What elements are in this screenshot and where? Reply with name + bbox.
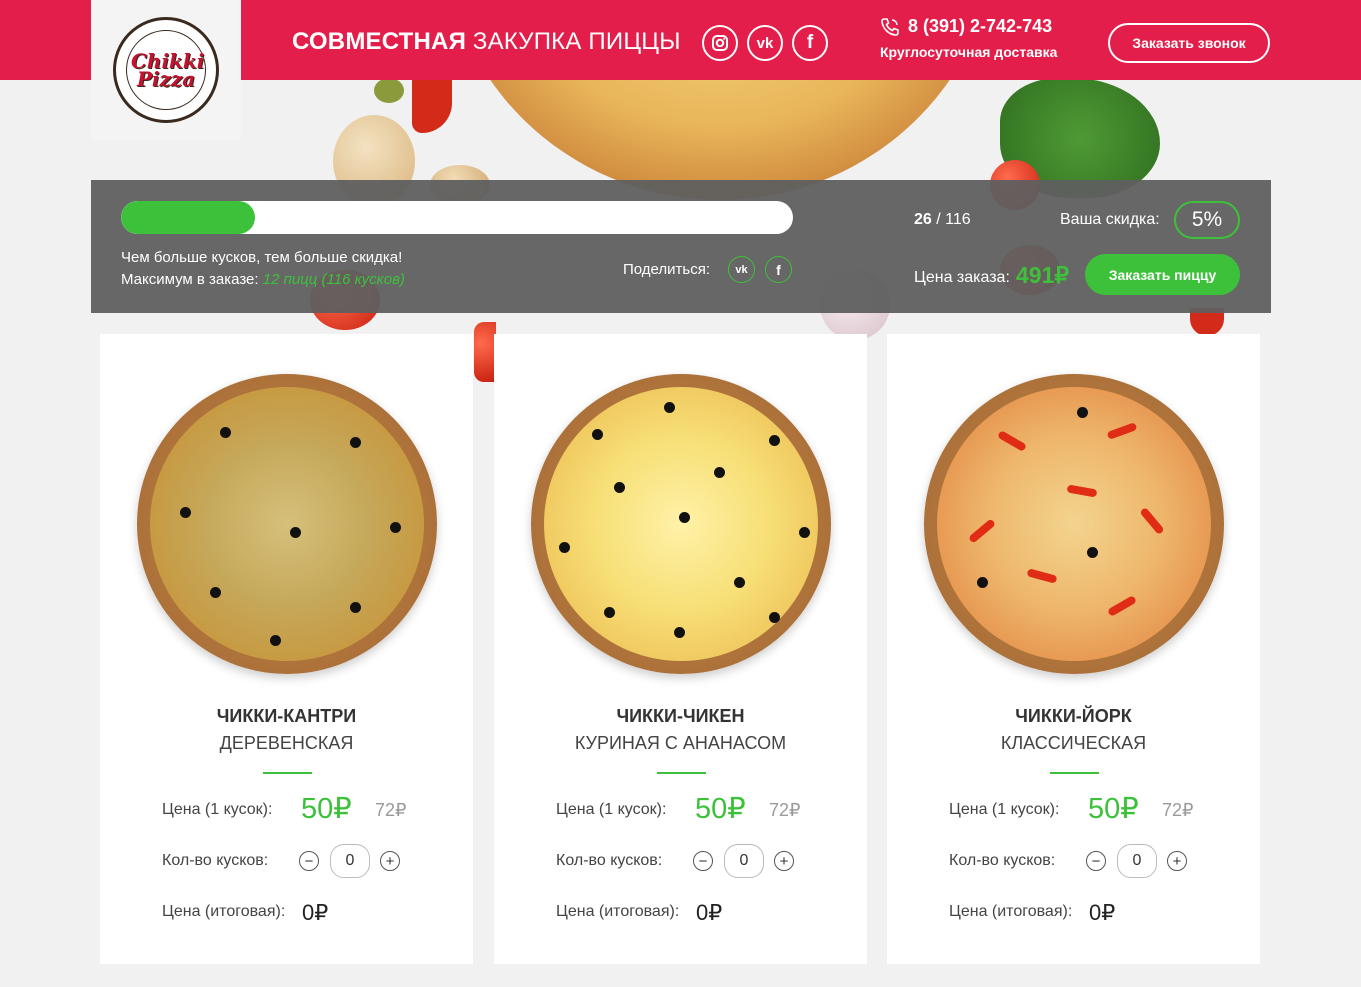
pizza-name: ЧИККИ-КАНТРИ [216,706,357,726]
price-old: 72₽ [769,800,801,820]
total-label: Цена (итоговая): [949,903,1073,920]
pieces-total: / 116 [931,211,971,228]
discount-hint: Чем больше кусков, тем больше скидка! [121,249,403,266]
title-rest: ЗАКУПКА ПИЦЦЫ [472,28,681,55]
pizza-image [531,374,831,674]
facebook-icon[interactable]: f [792,25,828,61]
quantity-field[interactable]: 0 [1117,844,1157,878]
total-price: 0₽ [302,900,329,925]
discount-label: Ваша скидка: [1060,211,1160,228]
pieces-current: 26 [914,211,932,228]
pizza-name: ЧИККИ-ЧИКЕН [616,706,745,726]
order-price-value: 491₽ [1016,262,1070,288]
pieces-label: Кол-во кусков: [949,852,1056,869]
decrease-button[interactable]: − [1086,851,1106,871]
callback-button[interactable]: Заказать звонок [1108,23,1270,63]
discount-badge: 5% [1174,201,1240,239]
total-label: Цена (итоговая): [556,903,680,920]
pizza-card: ЧИККИ-ЧИКЕН КУРИНАЯ С АНАНАСОМ Цена (1 к… [494,334,867,964]
logo-badge: Chikki Pizza [113,17,219,123]
order-price-label: Цена заказа: [914,269,1010,286]
pizza-subtitle: КУРИНАЯ С АНАНАСОМ [574,733,787,753]
title-bold: СОВМЕСТНАЯ [292,28,467,55]
max-order-value: 12 пицц (116 кусков) [262,271,405,288]
quantity-field[interactable]: 0 [330,844,370,878]
divider [263,772,312,774]
logo-text: Chikki Pizza [131,49,205,91]
max-order-hint: Максимум в заказе: 12 пицц (116 кусков) [121,271,405,288]
phone-icon [881,17,899,36]
pizza-image [137,374,437,674]
background-pepper [412,78,452,133]
price-current: 50₽ [1088,793,1139,825]
price-label: Цена (1 кусок): [949,801,1060,818]
logo[interactable]: Chikki Pizza [91,0,241,140]
share-facebook-icon[interactable]: f [765,256,792,283]
pizza-image [924,374,1224,674]
price-label: Цена (1 кусок): [162,801,273,818]
price-current: 50₽ [695,793,746,825]
total-label: Цена (итоговая): [162,903,286,920]
increase-button[interactable]: + [774,851,794,871]
pizza-card: ЧИККИ-ЙОРК КЛАССИЧЕСКАЯ Цена (1 кусок): … [887,334,1260,964]
page-title: СОВМЕСТНАЯ ЗАКУПКА ПИЦЦЫ [292,28,681,56]
pieces-counter: 26 / 116 [914,211,971,229]
decrease-button[interactable]: − [299,851,319,871]
total-price: 0₽ [696,900,723,925]
pizza-subtitle: ДЕРЕВЕНСКАЯ [219,733,354,753]
price-label: Цена (1 кусок): [556,801,667,818]
phone-number[interactable]: 8 (391) 2-742-743 [908,16,1052,37]
pieces-label: Кол-во кусков: [162,852,269,869]
share-vk-icon[interactable]: vk [728,256,755,283]
vk-icon[interactable]: vk [747,25,783,61]
pizza-subtitle: КЛАССИЧЕСКАЯ [1000,733,1147,753]
progress-fill [121,201,256,234]
price-old: 72₽ [375,800,407,820]
price-current: 50₽ [301,793,352,825]
delivery-note: Круглосуточная доставка [880,44,1058,60]
group-order-panel: Чем больше кусков, тем больше скидка! Ма… [91,180,1271,313]
divider [657,772,706,774]
quantity-field[interactable]: 0 [724,844,764,878]
phone-block: 8 (391) 2-742-743 Круглосуточная доставк… [880,16,1057,60]
total-price: 0₽ [1089,900,1116,925]
share-label: Поделиться: [623,261,710,278]
background-olive [374,78,404,103]
vk-glyph: vk [756,34,774,52]
price-old: 72₽ [1162,800,1194,820]
background-tomato [474,322,496,382]
pizza-card: ЧИККИ-КАНТРИ ДЕРЕВЕНСКАЯ Цена (1 кусок):… [100,334,473,964]
divider [1050,772,1099,774]
max-order-label: Максимум в заказе: [121,271,259,288]
increase-button[interactable]: + [380,851,400,871]
order-pizza-button[interactable]: Заказать пиццу [1085,254,1240,295]
progress-bar [121,201,793,234]
pieces-label: Кол-во кусков: [556,852,663,869]
increase-button[interactable]: + [1167,851,1187,871]
instagram-icon[interactable] [702,25,738,61]
pizza-name: ЧИККИ-ЙОРК [1015,706,1132,726]
facebook-glyph: f [806,32,814,53]
decrease-button[interactable]: − [693,851,713,871]
